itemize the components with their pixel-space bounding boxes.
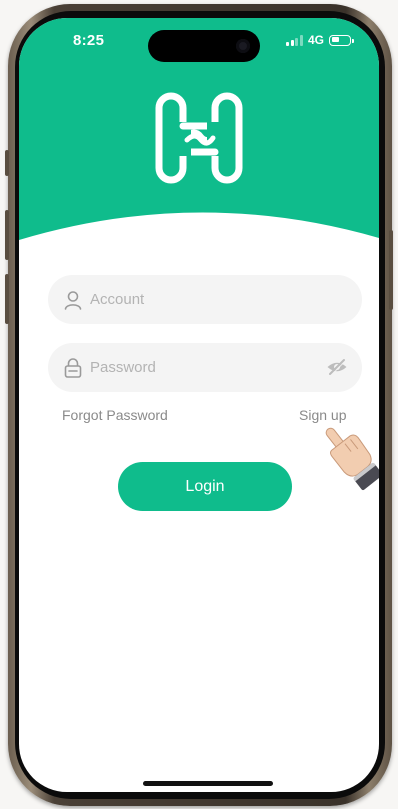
account-field[interactable]: Account	[48, 275, 362, 324]
status-indicators: 4G	[286, 33, 354, 47]
brand-logo-icon	[155, 92, 243, 184]
side-button-power	[389, 230, 393, 310]
device-stage: 8:25 4G Account Password Forgot Password…	[0, 0, 398, 809]
lock-icon	[62, 357, 84, 379]
forgot-password-link[interactable]: Forgot Password	[62, 407, 168, 423]
account-placeholder: Account	[90, 291, 145, 308]
side-button-volume-down	[5, 274, 9, 324]
password-field[interactable]: Password	[48, 343, 362, 392]
eye-hidden-icon[interactable]	[326, 357, 348, 377]
battery-icon	[329, 34, 354, 46]
camera-icon	[236, 39, 250, 53]
status-time: 8:25	[73, 32, 105, 49]
side-button-action	[5, 150, 9, 176]
pointing-hand-icon	[325, 427, 379, 490]
signal-icon	[286, 34, 303, 46]
header-banner: 8:25 4G	[19, 18, 379, 258]
network-type: 4G	[307, 33, 324, 47]
side-button-volume-up	[5, 210, 9, 260]
home-indicator	[143, 781, 273, 786]
login-button[interactable]: Login	[118, 462, 292, 511]
user-icon	[62, 289, 84, 311]
app-screen: 8:25 4G Account Password Forgot Password…	[19, 18, 379, 792]
password-placeholder: Password	[90, 359, 156, 376]
dynamic-island	[148, 30, 260, 62]
